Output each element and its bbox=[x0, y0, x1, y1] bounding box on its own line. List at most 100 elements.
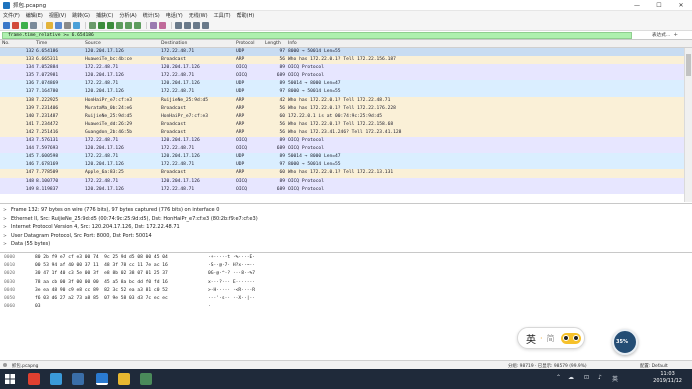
ime-toolbar[interactable]: 英 · 简 bbox=[517, 327, 585, 349]
ime-language-toggle[interactable]: 英 bbox=[526, 331, 536, 346]
ime-mascot-icon[interactable] bbox=[560, 332, 581, 344]
hex-row[interactable]: 0010 00 53 94 af 40 00 37 11 48 3f 78 cc … bbox=[0, 262, 692, 270]
hex-row[interactable]: 0050 f6 03 d6 27 a2 73 a8 85 07 9e 58 03 … bbox=[0, 295, 692, 303]
packet-row[interactable]: 141 7.234472 HuaweiTe_dd:26:29 Broadcast ARP… bbox=[0, 120, 684, 129]
tray-volume-icon[interactable]: ♪ bbox=[598, 374, 602, 381]
close-file-icon[interactable] bbox=[64, 21, 71, 29]
go-forward-icon[interactable] bbox=[107, 21, 114, 29]
normal-size-icon[interactable] bbox=[193, 21, 200, 29]
packet-row[interactable]: 149 8.119837 120.204.17.126 172.22.48.71 OIC… bbox=[0, 185, 684, 194]
taskbar-app-icon[interactable] bbox=[28, 373, 40, 385]
menu-view[interactable]: 视图(V) bbox=[49, 12, 66, 19]
packet-row[interactable]: 137 7.164780 120.204.17.126 172.22.48.71 UDP… bbox=[0, 88, 684, 97]
restart-capture-icon[interactable] bbox=[21, 21, 28, 29]
menu-edit[interactable]: 编辑(E) bbox=[26, 12, 43, 19]
column-header-length[interactable]: Length bbox=[265, 41, 281, 46]
colorize-icon[interactable] bbox=[159, 21, 166, 29]
packet-list-scrollbar[interactable] bbox=[684, 48, 692, 202]
stop-capture-icon[interactable] bbox=[12, 21, 19, 29]
detail-row-ethernet[interactable]: > Ethernet II, Src: RuijieNe_25:9d:d5 (00… bbox=[0, 215, 692, 224]
packet-row[interactable]: 138 7.222925 HonHaiPr_e7:cf:e3 RuijieNe_25:… bbox=[0, 96, 684, 105]
menu-file[interactable]: 文件(F) bbox=[3, 12, 20, 19]
taskbar-clock[interactable]: 11:03 2019/11/12 bbox=[653, 371, 682, 385]
detail-row-udp[interactable]: > User Datagram Protocol, Src Port: 8000,… bbox=[0, 232, 692, 241]
capture-options-icon[interactable] bbox=[30, 21, 37, 29]
column-header-no[interactable]: No. bbox=[2, 41, 10, 46]
menu-telephony[interactable]: 电话(Y) bbox=[166, 12, 183, 19]
menu-go[interactable]: 跳转(G) bbox=[72, 12, 90, 19]
column-header-protocol[interactable]: Protocol bbox=[236, 41, 255, 46]
taskbar-app-icon[interactable] bbox=[140, 373, 152, 385]
packet-row[interactable]: 132 6.654186 120.204.17.126 172.22.48.71 UDP… bbox=[0, 48, 684, 57]
first-packet-icon[interactable] bbox=[125, 21, 132, 29]
packet-destination: Broadcast bbox=[161, 129, 186, 135]
minimize-button[interactable]: — bbox=[626, 0, 648, 11]
detail-row-frame[interactable]: > Frame 132: 97 bytes on wire (776 bits),… bbox=[0, 206, 692, 215]
scrollbar-thumb[interactable] bbox=[686, 54, 691, 76]
packet-row[interactable]: 147 7.778509 Apple_6a:83:25 Broadcast ARP 60 W… bbox=[0, 169, 684, 178]
column-header-time[interactable]: Time bbox=[36, 41, 47, 46]
hex-row[interactable]: 0000 80 2b f9 e7 cf e3 00 74 9c 25 9d d5 … bbox=[0, 254, 692, 262]
packet-row[interactable]: 133 6.665311 HuaweiTe_bc:4b:ce Broadcast ARP… bbox=[0, 56, 684, 65]
taskbar-explorer-icon[interactable] bbox=[118, 373, 130, 385]
menu-statistics[interactable]: 统计(S) bbox=[143, 12, 160, 19]
menu-analyze[interactable]: 分析(A) bbox=[119, 12, 136, 19]
go-back-icon[interactable] bbox=[98, 21, 105, 29]
expand-arrow-icon[interactable]: > bbox=[3, 241, 11, 250]
packet-row[interactable]: 148 8.100770 172.22.48.71 120.204.17.126 OIC… bbox=[0, 177, 684, 186]
packet-row[interactable]: 135 7.072981 120.204.17.126 172.22.48.71 OIC… bbox=[0, 72, 684, 81]
close-button[interactable]: ✕ bbox=[670, 0, 692, 11]
packet-row[interactable]: 143 7.576131 172.22.48.71 120.204.17.126 OIC… bbox=[0, 137, 684, 146]
menu-help[interactable]: 帮助(H) bbox=[237, 12, 255, 19]
packet-row[interactable]: 140 7.231487 RuijieNe_25:9d:d5 HonHaiPr_e7:… bbox=[0, 112, 684, 121]
maximize-button[interactable]: ☐ bbox=[648, 0, 670, 11]
filter-expression-button[interactable]: 表达式… bbox=[652, 32, 670, 38]
ime-simplified-toggle[interactable]: 简 bbox=[547, 333, 555, 344]
tray-input-icon[interactable]: 英 bbox=[612, 374, 618, 383]
autoscroll-icon[interactable] bbox=[150, 21, 157, 29]
column-header-source[interactable]: Source bbox=[85, 41, 101, 46]
tray-network-icon[interactable]: ⊡ bbox=[584, 374, 589, 381]
display-filter-input[interactable]: frame.time_relative >= 6.654186 bbox=[2, 31, 632, 39]
menu-wireless[interactable]: 无线(W) bbox=[189, 12, 208, 19]
find-packet-icon[interactable] bbox=[89, 21, 96, 29]
resize-columns-icon[interactable] bbox=[202, 21, 209, 29]
taskbar-word-icon[interactable] bbox=[72, 373, 84, 385]
hex-row[interactable]: 0060 03 · bbox=[0, 303, 692, 311]
taskbar-wireshark-icon[interactable] bbox=[96, 373, 108, 385]
go-to-packet-icon[interactable] bbox=[116, 21, 123, 29]
packet-row[interactable]: 145 7.600598 172.22.48.71 120.204.17.126 UDP… bbox=[0, 153, 684, 162]
hex-row[interactable]: 0020 30 47 1f 40 c3 5e 00 3f e8 8b 02 38 … bbox=[0, 270, 692, 278]
hex-row[interactable]: 0040 3e ea 48 90 c9 e8 cc 89 82 3c 52 ea … bbox=[0, 287, 692, 295]
menu-capture[interactable]: 捕获(C) bbox=[96, 12, 113, 19]
tray-cloud-icon[interactable]: ☁ bbox=[568, 374, 574, 381]
add-filter-button[interactable]: + bbox=[673, 32, 678, 38]
reload-icon[interactable] bbox=[73, 21, 80, 29]
capture-status-icon[interactable] bbox=[3, 363, 7, 367]
floating-speed-ball[interactable]: 35% bbox=[612, 329, 638, 355]
status-profile[interactable]: 配置: Default bbox=[640, 363, 668, 369]
zoom-in-icon[interactable] bbox=[175, 21, 182, 29]
packet-row[interactable]: 136 7.074869 172.22.48.71 120.204.17.126 UDP… bbox=[0, 80, 684, 89]
last-packet-icon[interactable] bbox=[134, 21, 141, 29]
menu-tools[interactable]: 工具(T) bbox=[214, 12, 231, 19]
detail-row-ipv4[interactable]: > Internet Protocol Version 4, Src: 120.2… bbox=[0, 223, 692, 232]
packet-row[interactable]: 146 7.678169 120.204.17.126 172.22.48.71 UDP… bbox=[0, 161, 684, 170]
packet-row[interactable]: 142 7.251416 Guangdon_2b:46:5b Broadcast ARP… bbox=[0, 128, 684, 138]
column-header-destination[interactable]: Destination bbox=[161, 41, 187, 46]
save-file-icon[interactable] bbox=[55, 21, 62, 29]
zoom-out-icon[interactable] bbox=[184, 21, 191, 29]
hex-offset: 0030 bbox=[4, 279, 16, 285]
column-header-info[interactable]: Info bbox=[288, 41, 297, 46]
ime-punctuation-toggle[interactable]: · bbox=[540, 334, 543, 343]
detail-row-data[interactable]: > Data (55 bytes) bbox=[0, 240, 692, 249]
taskbar-ie-icon[interactable] bbox=[50, 373, 62, 385]
packet-row[interactable]: 144 7.597693 120.204.17.126 172.22.48.71 OIC… bbox=[0, 145, 684, 154]
tray-chevron-icon[interactable]: ⌃ bbox=[556, 374, 561, 381]
start-capture-icon[interactable] bbox=[3, 21, 10, 29]
packet-row[interactable]: 134 7.052884 172.22.48.71 120.204.17.126 OIC… bbox=[0, 64, 684, 73]
packet-row[interactable]: 139 7.231406 MurataMa_0b:24:e6 Broadcast ARP… bbox=[0, 104, 684, 113]
open-file-icon[interactable] bbox=[46, 21, 53, 29]
windows-start-icon[interactable] bbox=[5, 374, 15, 384]
hex-row[interactable]: 0030 78 aa cb 00 3f 00 00 00 45 a5 8a bc … bbox=[0, 279, 692, 287]
